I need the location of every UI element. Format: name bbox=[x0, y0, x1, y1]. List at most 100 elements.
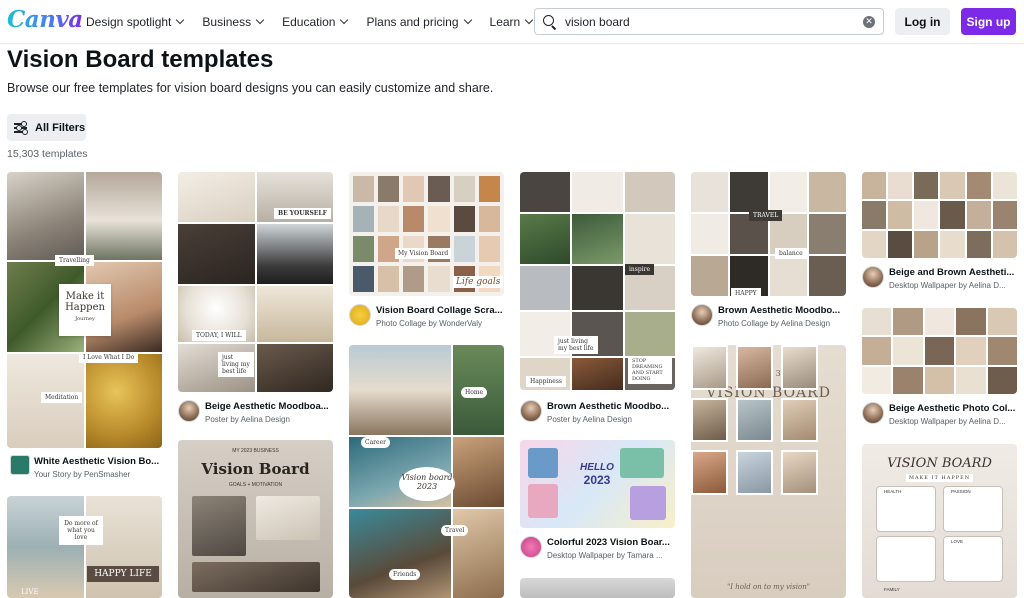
template-card[interactable]: My Vision Board Life goals Vision Board … bbox=[349, 172, 504, 332]
chevron-down-icon bbox=[255, 15, 265, 25]
nav-label: Plans and pricing bbox=[366, 15, 459, 29]
collage-caption: Career bbox=[361, 437, 391, 448]
search-input[interactable] bbox=[565, 14, 863, 29]
template-card[interactable]: 2023 VISION BOARD "I hold on to my visio… bbox=[691, 345, 846, 598]
clear-icon[interactable]: ✕ bbox=[863, 15, 875, 28]
template-card[interactable]: inspire just living my best life STOP DR… bbox=[520, 172, 675, 427]
nav-label: Design spotlight bbox=[86, 15, 172, 29]
template-title[interactable]: Brown Aesthetic Moodbo... bbox=[718, 305, 846, 316]
template-thumbnail[interactable]: TRAVEL HAPPY balance bbox=[691, 172, 846, 296]
card-overlay-title: VISION BOARD bbox=[887, 456, 992, 471]
creator-avatar bbox=[520, 536, 542, 558]
collage-caption: Travel bbox=[441, 525, 469, 536]
template-title[interactable]: White Aesthetic Vision Bo... bbox=[34, 456, 162, 467]
creator-avatar bbox=[10, 455, 30, 475]
card-overlay-title: HELLO 2023 bbox=[580, 462, 614, 487]
template-card[interactable]: HELLO 2023 Colorful 2023 Vision Boar... … bbox=[520, 440, 675, 565]
template-card[interactable]: Do more of what you love HAPPY LIFE LIVE bbox=[7, 496, 162, 598]
template-thumbnail[interactable]: HELLO 2023 bbox=[520, 440, 675, 528]
collage-caption: inspire bbox=[625, 264, 655, 275]
log-in-button[interactable]: Log in bbox=[895, 8, 950, 35]
sign-up-button[interactable]: Sign up bbox=[961, 8, 1016, 35]
template-thumbnail[interactable]: Do more of what you love HAPPY LIFE LIVE bbox=[7, 496, 162, 598]
nav-label: Education bbox=[282, 15, 336, 29]
template-thumbnail[interactable]: Vision board 2023 Home Career Travel Fri… bbox=[349, 345, 504, 598]
collage-caption: STOP DREAMING AND START DOING bbox=[628, 356, 672, 384]
template-thumbnail[interactable]: VISION BOARD MAKE IT HAPPEN HEALTH PASSI… bbox=[862, 444, 1017, 598]
nav-plans-and-pricing[interactable]: Plans and pricing bbox=[366, 15, 472, 29]
template-card[interactable]: Beige and Brown Aestheti... Desktop Wall… bbox=[862, 172, 1017, 294]
template-card[interactable]: TRAVEL HAPPY balance Brown Aesthetic Moo… bbox=[691, 172, 846, 332]
nav-label: Business bbox=[202, 15, 252, 29]
template-card[interactable]: VISION BOARD MAKE IT HAPPEN HEALTH PASSI… bbox=[862, 444, 1017, 598]
page-title: Vision Board templates bbox=[7, 46, 274, 73]
template-thumbnail[interactable]: 2023 VISION BOARD "I hold on to my visio… bbox=[691, 345, 846, 598]
template-card[interactable]: MY 2023 BUSINESS Vision Board GOALS + MO… bbox=[178, 440, 333, 598]
template-card[interactable] bbox=[520, 578, 675, 598]
board-section-label: PASSION bbox=[951, 489, 971, 494]
card-overlay-title: Vision board 2023 bbox=[399, 467, 455, 501]
chevron-down-icon bbox=[524, 15, 534, 25]
card-overlay-title: Make it Happen Journey bbox=[59, 284, 111, 336]
collage-caption: TODAY, I WILL bbox=[192, 330, 246, 341]
canva-logo[interactable]: Canva bbox=[7, 6, 83, 33]
nav-education[interactable]: Education bbox=[282, 15, 349, 29]
nav-design-spotlight[interactable]: Design spotlight bbox=[86, 15, 185, 29]
card-overlay-text: LIVE bbox=[21, 588, 39, 596]
top-navigation-bar: Canva Design spotlight Business Educatio… bbox=[0, 0, 1024, 44]
template-title[interactable]: Beige Aesthetic Moodboa... bbox=[205, 401, 333, 412]
template-thumbnail[interactable] bbox=[862, 308, 1017, 394]
template-thumbnail[interactable] bbox=[862, 172, 1017, 258]
nav-business[interactable]: Business bbox=[202, 15, 265, 29]
card-overlay-text: MAKE IT HAPPEN bbox=[906, 474, 973, 482]
template-card[interactable]: Vision board 2023 Home Career Travel Fri… bbox=[349, 345, 504, 598]
card-overlay-title: Vision Board bbox=[201, 460, 310, 478]
template-subtitle: Desktop Wallpaper by Aelina D... bbox=[889, 417, 1006, 426]
creator-avatar bbox=[520, 400, 542, 422]
filter-sliders-icon bbox=[14, 121, 28, 134]
collage-caption: Home bbox=[461, 387, 488, 398]
board-section-label: HEALTH bbox=[884, 489, 902, 494]
template-thumbnail[interactable]: BE YOURSELF TODAY, I WILL just living my… bbox=[178, 172, 333, 392]
template-thumbnail[interactable]: Make it Happen Journey Travelling I Love… bbox=[7, 172, 162, 448]
template-title[interactable]: Beige Aesthetic Photo Col... bbox=[889, 403, 1017, 414]
creator-avatar bbox=[349, 304, 371, 326]
template-subtitle: Your Story by PenSmasher bbox=[34, 470, 131, 479]
main-nav: Design spotlight Business Education Plan… bbox=[86, 0, 551, 44]
creator-avatar bbox=[178, 400, 200, 422]
creator-avatar bbox=[862, 266, 884, 288]
collage-caption: I Love What I Do bbox=[79, 352, 139, 363]
chevron-down-icon bbox=[340, 15, 349, 25]
template-title[interactable]: Brown Aesthetic Moodbo... bbox=[547, 401, 675, 412]
collage-caption: TRAVEL bbox=[749, 210, 783, 221]
template-subtitle: Desktop Wallpaper by Tamara ... bbox=[547, 551, 663, 560]
search-icon bbox=[543, 15, 556, 28]
nav-learn[interactable]: Learn bbox=[490, 15, 534, 29]
template-subtitle: Photo Collage by WonderValy bbox=[376, 319, 482, 328]
template-thumbnail[interactable] bbox=[520, 578, 675, 598]
template-title[interactable]: Vision Board Collage Scra... bbox=[376, 305, 504, 316]
all-filters-button[interactable]: All Filters bbox=[7, 114, 86, 141]
template-thumbnail[interactable]: MY 2023 BUSINESS Vision Board GOALS + MO… bbox=[178, 440, 333, 598]
collage-caption: just living my best life bbox=[554, 336, 598, 354]
template-title[interactable]: Beige and Brown Aestheti... bbox=[889, 267, 1017, 278]
chevron-down-icon bbox=[176, 15, 185, 25]
template-count: 15,303 templates bbox=[7, 148, 88, 160]
template-thumbnail[interactable]: inspire just living my best life STOP DR… bbox=[520, 172, 675, 390]
board-section-label: LOVE bbox=[951, 539, 964, 544]
card-overlay-text: GOALS + MOTIVATION bbox=[228, 482, 283, 488]
collage-caption: Friends bbox=[389, 569, 421, 580]
template-subtitle: Poster by Aelina Design bbox=[205, 415, 290, 424]
collage-caption: HAPPY bbox=[731, 288, 761, 296]
template-card[interactable]: Make it Happen Journey Travelling I Love… bbox=[7, 172, 162, 482]
card-overlay-text: "I hold on to my vision" bbox=[727, 583, 810, 591]
template-thumbnail[interactable]: My Vision Board Life goals bbox=[349, 172, 504, 296]
template-title[interactable]: Colorful 2023 Vision Boar... bbox=[547, 537, 675, 548]
template-subtitle: Poster by Aelina Design bbox=[547, 415, 632, 424]
board-section-label: FAMILY bbox=[884, 587, 900, 592]
collage-caption: Happiness bbox=[526, 376, 566, 387]
card-overlay-text: Life goals bbox=[453, 276, 504, 288]
template-card[interactable]: BE YOURSELF TODAY, I WILL just living my… bbox=[178, 172, 333, 427]
template-card[interactable]: Beige Aesthetic Photo Col... Desktop Wal… bbox=[862, 308, 1017, 430]
filters-label: All Filters bbox=[35, 121, 86, 134]
